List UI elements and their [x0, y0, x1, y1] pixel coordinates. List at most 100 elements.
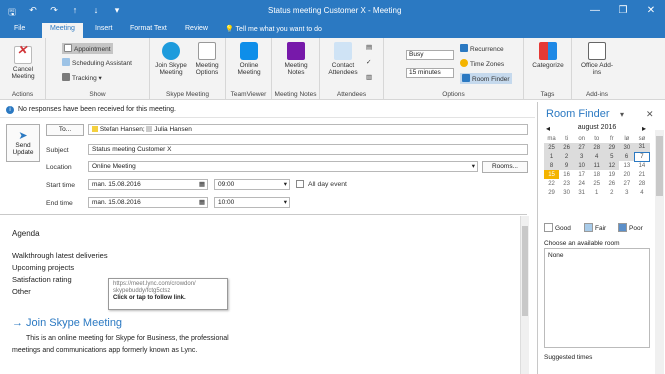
restore-button[interactable]: ❐ [609, 0, 637, 22]
pane-scroll-thumb[interactable] [656, 136, 663, 196]
calendar-day[interactable]: 2 [559, 152, 575, 161]
next-item-icon[interactable]: ↓ [90, 5, 102, 21]
start-date-field[interactable]: man. 15.08.2016 ▦ [88, 179, 208, 190]
calendar-day[interactable]: 17 [574, 170, 590, 179]
calendar-day[interactable]: 10 [574, 161, 590, 170]
categorize-button[interactable]: Categorize [528, 42, 568, 69]
calendar-day[interactable]: 19 [604, 170, 620, 179]
tell-me-search[interactable]: 💡 Tell me what you want to do [225, 25, 322, 33]
reminder-select[interactable]: 15 minutes [406, 68, 454, 78]
all-day-checkbox[interactable] [296, 180, 304, 188]
calendar-day[interactable]: 6 [619, 152, 635, 161]
tracking-button[interactable]: Tracking ▾ [62, 73, 102, 82]
office-add-ins-button[interactable]: Office Add-ins [578, 42, 616, 76]
address-book-icon[interactable]: ▤ [366, 43, 372, 51]
calendar-day[interactable]: 14 [634, 161, 650, 170]
customize-qat-icon[interactable]: ▾ [111, 5, 123, 21]
scroll-thumb[interactable] [522, 226, 528, 316]
calendar-day[interactable]: 4 [634, 188, 650, 197]
calendar-day[interactable]: 16 [559, 170, 575, 179]
calendar-day[interactable]: 30 [559, 188, 575, 197]
room-finder-button[interactable]: Room Finder [460, 73, 512, 84]
calendar-day[interactable]: 20 [619, 170, 635, 179]
close-button[interactable]: ✕ [637, 0, 665, 22]
calendar-day[interactable]: 4 [589, 152, 605, 161]
calendar-day[interactable]: 29 [604, 143, 620, 152]
end-time-field[interactable]: 10:00 ▾ [214, 197, 290, 208]
join-skype-link[interactable]: → Join Skype Meeting [12, 317, 122, 329]
calendar-day[interactable]: 24 [574, 179, 590, 188]
appointment-button[interactable]: Appointment [62, 43, 113, 54]
minimize-button[interactable]: — [581, 0, 609, 22]
response-options-icon[interactable]: ▥ [366, 73, 372, 81]
tab-review[interactable]: Review [185, 25, 208, 32]
show-as-select[interactable]: Busy [406, 50, 454, 60]
pane-options-icon[interactable]: ▾ [620, 110, 624, 119]
cancel-meeting-button[interactable]: ✕ Cancel Meeting [4, 44, 42, 80]
calendar-day[interactable]: 5 [604, 152, 620, 161]
scheduling-assistant-button[interactable]: Scheduling Assistant [62, 58, 132, 67]
to-button[interactable]: To... [46, 124, 84, 136]
body-scrollbar[interactable] [520, 216, 529, 374]
start-time-field[interactable]: 09:00 ▾ [214, 179, 290, 190]
tab-insert[interactable]: Insert [95, 25, 113, 32]
tab-file[interactable]: File [14, 25, 25, 32]
legend-fair: Fair [584, 223, 606, 232]
subject-field[interactable]: Status meeting Customer X [88, 144, 528, 155]
to-field[interactable]: Stefan Hansen; Julia Hansen [88, 124, 528, 135]
end-date-field[interactable]: man. 15.08.2016 ▦ [88, 197, 208, 208]
calendar-day[interactable]: 25 [544, 143, 560, 152]
room-list[interactable]: None [544, 248, 650, 348]
time-zones-button[interactable]: Time Zones [460, 59, 504, 68]
undo-icon[interactable]: ↶ [27, 5, 39, 21]
calendar-day[interactable]: 30 [619, 143, 635, 152]
calendar-day[interactable]: 27 [619, 179, 635, 188]
redo-icon[interactable]: ↷ [48, 5, 60, 21]
recurrence-button[interactable]: Recurrence [460, 44, 504, 53]
calendar-day[interactable]: 25 [589, 179, 605, 188]
calendar-day[interactable]: 18 [589, 170, 605, 179]
contact-attendees-button[interactable]: Contact Attendees [323, 42, 363, 76]
rooms-button[interactable]: Rooms... [482, 161, 528, 173]
calendar-day[interactable]: 27 [574, 143, 590, 152]
tab-format-text[interactable]: Format Text [130, 25, 167, 32]
send-update-button[interactable]: ➤ Send Update [6, 124, 40, 162]
calendar-day[interactable]: 1 [589, 188, 605, 197]
meeting-body[interactable]: Agenda Walkthrough latest deliveries Upc… [0, 214, 527, 374]
save-icon[interactable]: 🖫 [6, 5, 18, 21]
calendar-day[interactable]: 1 [544, 152, 560, 161]
tab-meeting[interactable]: Meeting [42, 23, 83, 38]
calendar-day[interactable]: 26 [559, 143, 575, 152]
calendar-day[interactable]: 12 [604, 161, 620, 170]
calendar-day[interactable]: 21 [634, 170, 650, 179]
meeting-notes-button[interactable]: Meeting Notes [278, 42, 314, 76]
calendar-day[interactable]: 3 [574, 152, 590, 161]
calendar-day[interactable]: 23 [559, 179, 575, 188]
close-icon[interactable]: ✕ [646, 109, 654, 120]
location-field[interactable]: Online Meeting ▾ [88, 161, 478, 172]
room-option[interactable]: None [548, 252, 564, 259]
calendar-day[interactable]: 22 [544, 179, 560, 188]
check-names-icon[interactable]: ✓ [366, 58, 371, 66]
calendar-day[interactable]: 31 [574, 188, 590, 197]
calendar-day[interactable]: 2 [604, 188, 620, 197]
calendar-day[interactable]: 8 [544, 161, 560, 170]
calendar-day[interactable]: 29 [544, 188, 560, 197]
calendar-day[interactable]: 31 [634, 143, 650, 152]
calendar-day[interactable]: 11 [589, 161, 605, 170]
good-swatch-icon [544, 223, 553, 232]
calendar-day[interactable]: 3 [619, 188, 635, 197]
calendar-day-selected[interactable]: 15 [544, 170, 560, 179]
join-skype-meeting-button[interactable]: Join Skype Meeting [153, 42, 189, 76]
next-month-icon[interactable]: ▸ [642, 124, 646, 133]
calendar-day[interactable]: 9 [559, 161, 575, 170]
calendar-day[interactable]: 28 [589, 143, 605, 152]
calendar-day[interactable]: 28 [634, 179, 650, 188]
meeting-options-button[interactable]: Meeting Options [190, 42, 224, 76]
pane-scrollbar[interactable] [655, 130, 664, 374]
online-meeting-button[interactable]: Online Meeting [230, 42, 268, 76]
calendar-day[interactable]: 13 [619, 161, 635, 170]
calendar-day[interactable]: 7 [633, 151, 651, 162]
previous-item-icon[interactable]: ↑ [69, 5, 81, 21]
calendar-day[interactable]: 26 [604, 179, 620, 188]
